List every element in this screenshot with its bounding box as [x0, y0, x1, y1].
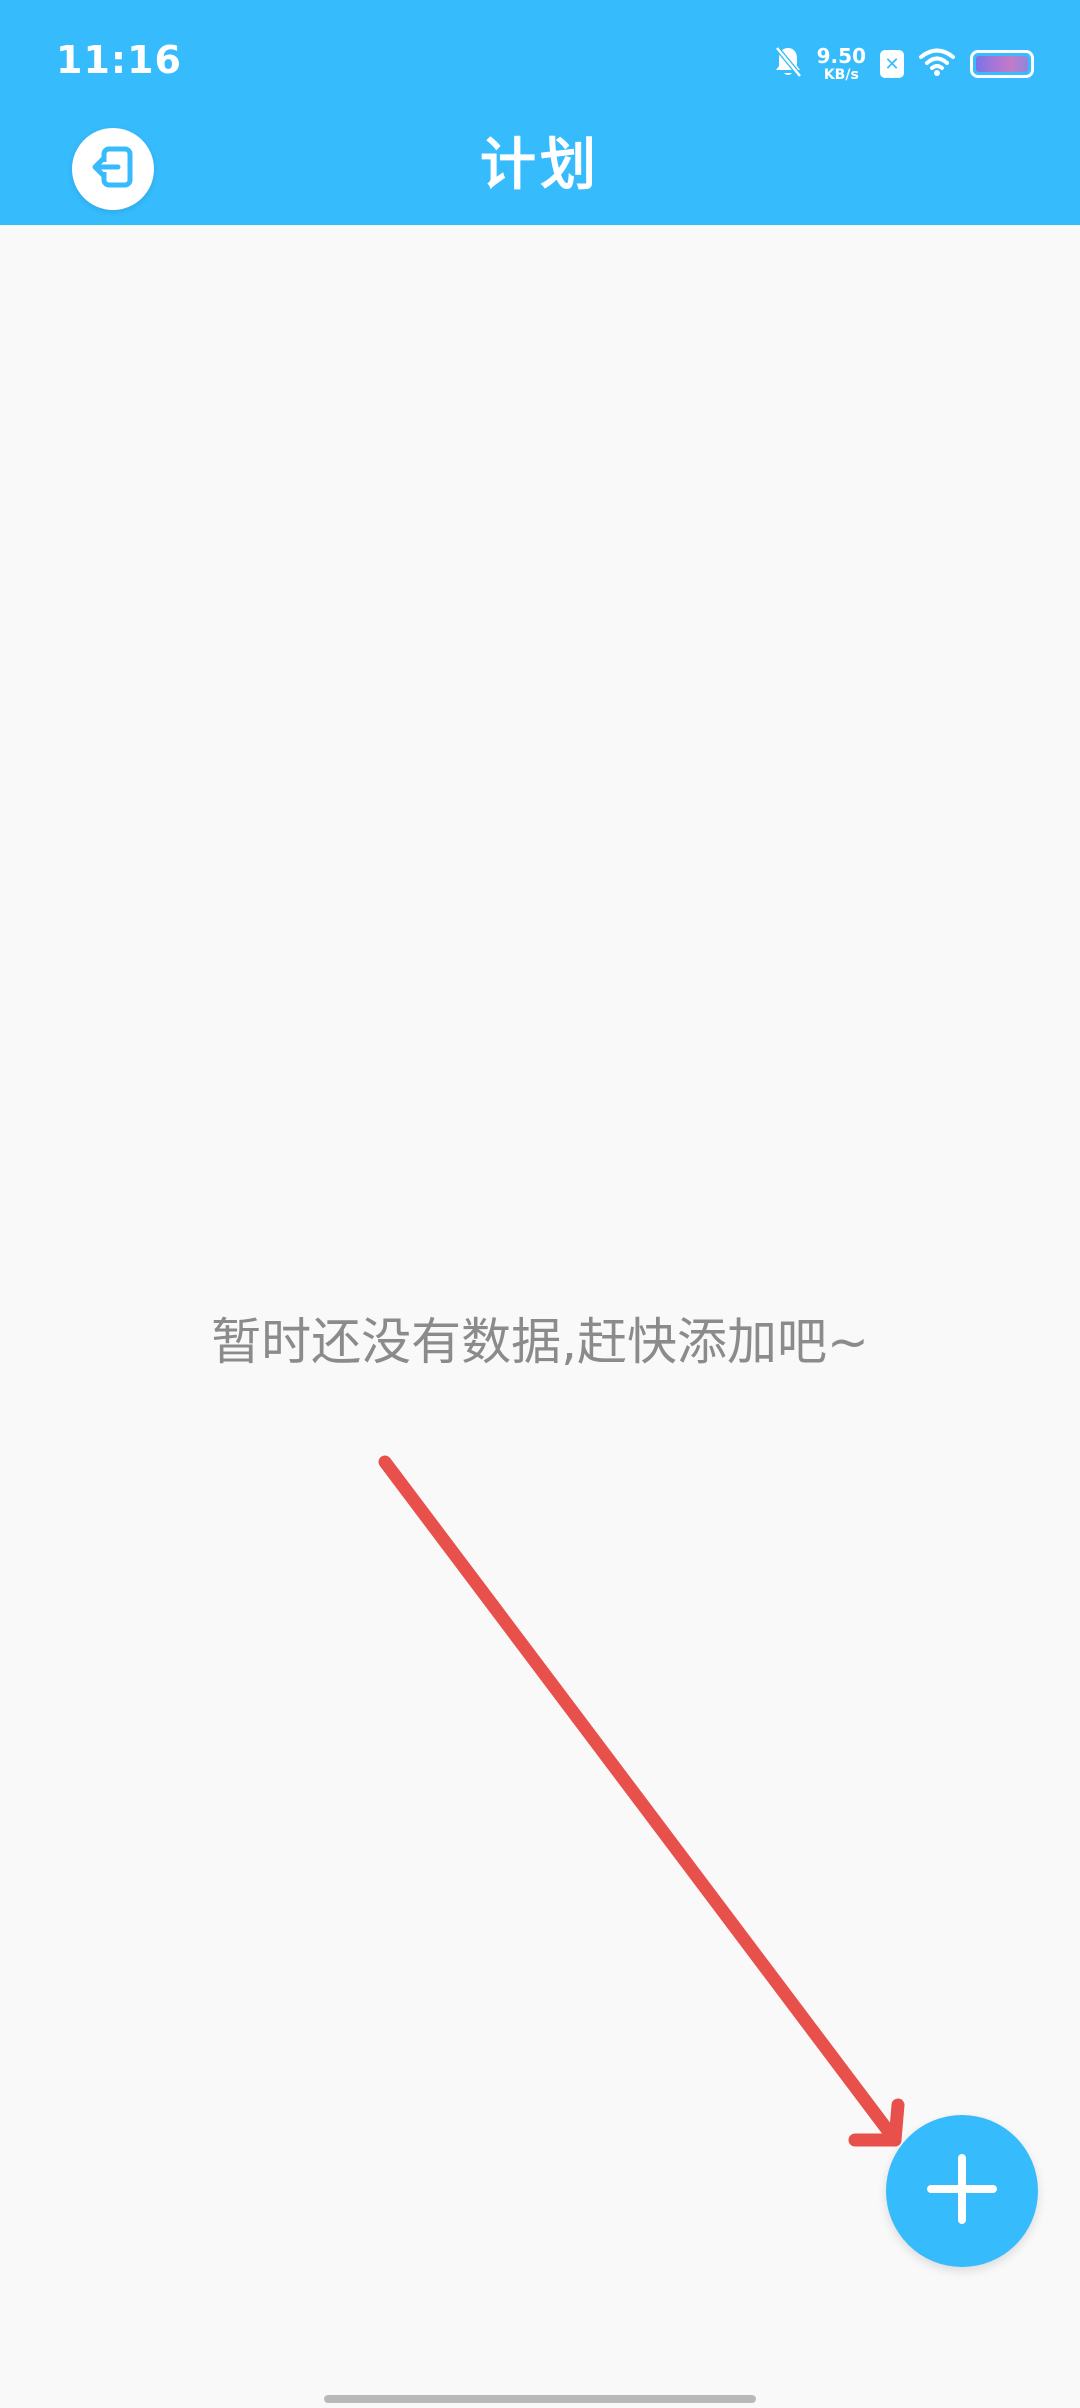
plus-icon: [927, 2154, 997, 2228]
status-icons: 9.50 KB/s ✕: [773, 42, 1034, 86]
battery-level: [976, 56, 1028, 72]
sim-blocked-icon: ✕: [880, 50, 904, 78]
empty-state-message: 暂时还没有数据,赶快添加吧~: [211, 1313, 869, 1371]
home-indicator[interactable]: [324, 2395, 756, 2403]
bell-off-icon: [773, 45, 803, 83]
net-speed-unit: KB/s: [823, 67, 859, 83]
page-title: 计划: [480, 133, 600, 198]
status-time: 11:16: [56, 38, 182, 82]
red-arrow-icon: [378, 1455, 905, 2147]
app-bar: 11:16 9.50 KB/s ✕ 计划: [0, 0, 1080, 225]
battery-icon: [970, 50, 1034, 78]
net-speed: 9.50 KB/s: [817, 46, 866, 82]
add-plan-button[interactable]: [886, 2115, 1038, 2267]
net-speed-value: 9.50: [816, 44, 866, 68]
screen: 11:16 9.50 KB/s ✕ 计划 暂时还没有数据,赶快添加吧~: [0, 0, 1080, 2408]
wifi-icon: [918, 47, 956, 81]
